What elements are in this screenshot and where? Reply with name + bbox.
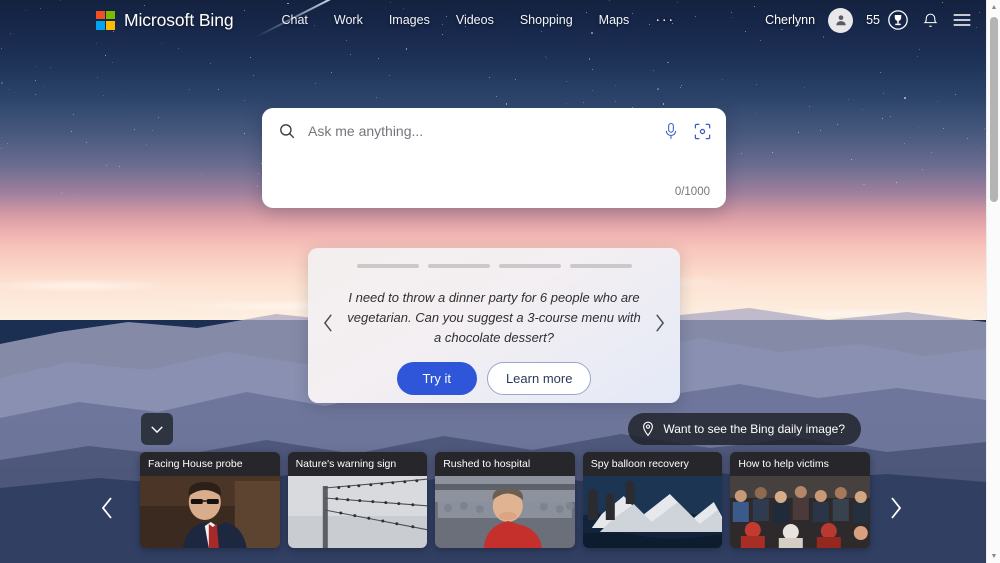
chevron-right-icon [891, 497, 902, 519]
bing-daily-image-button[interactable]: Want to see the Bing daily image? [628, 413, 861, 445]
news-card[interactable]: How to help victims [730, 452, 870, 548]
notifications-bell-button[interactable] [922, 12, 939, 29]
top-header: Microsoft Bing Chat Work Images Videos S… [0, 0, 986, 40]
news-carousel-prev-button[interactable] [99, 495, 115, 528]
news-card-title: Spy balloon recovery [582, 452, 723, 476]
suggestion-prompt-text: I need to throw a dinner party for 6 peo… [347, 289, 641, 345]
nav-item-videos[interactable]: Videos [456, 13, 494, 27]
scroll-down-arrow-icon[interactable]: ▼ [987, 549, 1000, 563]
try-it-button[interactable]: Try it [396, 361, 477, 395]
rewards-trophy-icon [888, 10, 908, 30]
header-right-cluster: Cherlynn 55 [765, 7, 972, 33]
user-name-label: Cherlynn [765, 13, 816, 27]
news-card-title: How to help victims [730, 452, 870, 476]
news-card[interactable]: Facing House probe [140, 452, 280, 548]
collapse-feed-button[interactable] [141, 413, 173, 445]
search-input[interactable] [308, 123, 663, 139]
news-carousel-next-button[interactable] [888, 495, 904, 528]
daily-image-label: Want to see the Bing daily image? [663, 422, 845, 436]
suggestion-carousel-card: I need to throw a dinner party for 6 peo… [308, 248, 680, 403]
nav-more-icon[interactable]: ··· [655, 12, 675, 27]
avatar[interactable] [828, 7, 854, 33]
hamburger-menu-button[interactable] [952, 12, 972, 28]
nav-item-chat[interactable]: Chat [281, 13, 307, 27]
search-input-row [262, 108, 726, 154]
location-pin-icon [643, 421, 654, 437]
news-card-image [287, 476, 428, 548]
news-carousel: Facing House probe Nature's warning sign [140, 452, 870, 563]
progress-bar-3[interactable] [498, 264, 561, 268]
chevron-down-icon [151, 425, 163, 433]
microsoft-logo-icon [96, 10, 115, 30]
brand-name: Microsoft Bing [124, 9, 234, 30]
page-scrollbar[interactable]: ▲ ▼ [986, 0, 1000, 563]
news-card[interactable]: Nature's warning sign [287, 452, 428, 548]
news-card-image [730, 476, 870, 548]
news-card-title: Nature's warning sign [287, 452, 428, 476]
chevron-right-icon [656, 313, 665, 332]
progress-bar-4[interactable] [569, 264, 632, 268]
nav-item-maps[interactable]: Maps [599, 13, 630, 27]
progress-bar-2[interactable] [427, 264, 490, 268]
rewards-cluster[interactable]: 55 [866, 9, 909, 31]
carousel-next-button[interactable] [653, 313, 666, 339]
nav-item-shopping[interactable]: Shopping [520, 13, 573, 27]
suggestion-actions: Try it Learn more [396, 361, 592, 395]
news-card[interactable]: Rushed to hospital [435, 452, 575, 548]
news-card-image [140, 476, 280, 548]
person-icon [835, 15, 846, 26]
news-card-title: Facing House probe [140, 452, 280, 476]
chevron-left-icon [101, 497, 112, 519]
hamburger-menu-icon [953, 14, 971, 26]
search-action-icons [663, 122, 712, 141]
bing-brand-logo[interactable]: Microsoft Bing [96, 9, 234, 31]
news-card-image [435, 476, 575, 548]
news-card[interactable]: Spy balloon recovery [582, 452, 723, 548]
carousel-prev-button[interactable] [322, 313, 335, 339]
scroll-up-arrow-icon[interactable]: ▲ [987, 0, 1000, 14]
search-icon[interactable] [278, 122, 296, 140]
progress-bar-1[interactable] [356, 264, 419, 268]
nav-item-work[interactable]: Work [334, 13, 363, 27]
character-counter: 0/1000 [674, 186, 710, 198]
chevron-left-icon [323, 313, 332, 332]
learn-more-button[interactable]: Learn more [486, 361, 592, 395]
scrollbar-thumb[interactable] [990, 17, 998, 202]
news-card-title: Rushed to hospital [435, 452, 575, 476]
rewards-count: 55 [866, 13, 880, 27]
main-nav: Chat Work Images Videos Shopping Maps ··… [281, 12, 675, 27]
carousel-progress-indicators [356, 264, 632, 268]
news-card-image [582, 476, 723, 548]
nav-item-images[interactable]: Images [389, 13, 430, 27]
search-box: 0/1000 [262, 108, 726, 208]
bell-icon [923, 13, 938, 27]
microphone-icon[interactable] [663, 122, 679, 141]
visual-search-icon[interactable] [693, 122, 712, 141]
